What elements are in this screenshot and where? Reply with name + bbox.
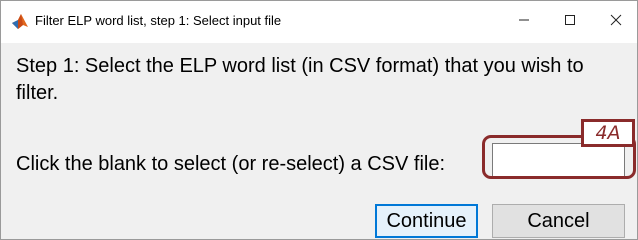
maximize-icon (564, 13, 576, 31)
title-bar[interactable]: Filter ELP word list, step 1: Select inp… (1, 1, 637, 43)
close-button[interactable] (593, 1, 638, 43)
dialog-window: Filter ELP word list, step 1: Select inp… (0, 0, 638, 240)
callout-badge: 4A (581, 119, 635, 147)
close-icon (610, 13, 622, 31)
matlab-icon (11, 12, 29, 30)
dialog-content: Step 1: Select the ELP word list (in CSV… (1, 43, 637, 239)
minimize-icon (518, 13, 530, 31)
csv-file-input[interactable] (492, 143, 625, 177)
cancel-button[interactable]: Cancel (492, 204, 625, 238)
continue-button[interactable]: Continue (375, 204, 478, 238)
minimize-button[interactable] (501, 1, 547, 43)
file-prompt-label: Click the blank to select (or re-select)… (16, 153, 446, 175)
maximize-button[interactable] (547, 1, 593, 43)
window-title: Filter ELP word list, step 1: Select inp… (35, 13, 282, 28)
step-instruction: Step 1: Select the ELP word list (in CSV… (16, 55, 584, 104)
